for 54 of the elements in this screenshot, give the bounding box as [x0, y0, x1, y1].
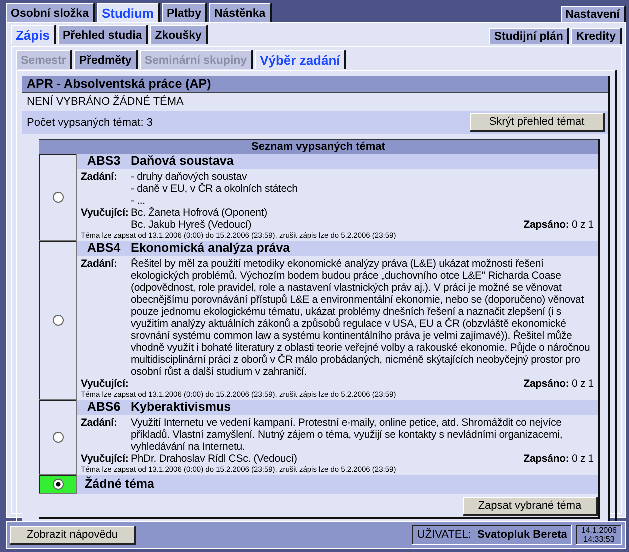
teacher-name: Bc. Jakub Hyreš (Vedoucí): [131, 219, 253, 231]
course-title: APR - Absolventská práce (AP): [22, 76, 608, 93]
settings-tab[interactable]: Nastavení: [560, 6, 626, 22]
sub-tab[interactable]: Zkoušky: [150, 25, 208, 44]
toggle-topics-button[interactable]: Skrýt přehled témat: [470, 113, 605, 132]
topic-title: Kyberaktivismus: [131, 400, 232, 415]
field-label: Zapsáno:: [524, 378, 570, 390]
help-button[interactable]: Zobrazit nápovědu: [10, 526, 136, 544]
assignment-text: - druhy daňových soustav: [131, 171, 248, 183]
section-tab[interactable]: Předměty: [74, 50, 138, 69]
teacher-name: PhDr. Drahoslav Rídl CSc. (Vedoucí): [131, 453, 298, 465]
nav-tab[interactable]: Osobní složka: [6, 3, 95, 22]
field-label: Vyučující:: [81, 453, 130, 465]
topic-code: ABS6: [86, 400, 122, 415]
date-text: 14.1.2006: [581, 526, 617, 535]
topic-code: ABS4: [86, 241, 122, 256]
enrolled-count: 0 z 1: [572, 219, 594, 231]
section-tab[interactable]: Výběr zadání: [255, 50, 346, 69]
nav-tab[interactable]: Nástěnka: [209, 3, 272, 22]
sub-tab[interactable]: Studijní plán: [489, 28, 570, 44]
submit-topic-button[interactable]: Zapsat vybrané téma: [463, 497, 598, 516]
nav-tab[interactable]: Platby: [162, 3, 208, 22]
topic-count: Počet vypsaných témat: 3: [27, 116, 153, 128]
assignment-text: Řešitel by měl za použití metodiky ekonomické analýzy práva (L&E) ukázat možnosti řešení ekologických problémů. Výchozím bodem budou práce „duchovního otce L&E" Richarda Coase (odpovědnost, role pravidel, role a nastavení vlastnických práv aj.). V práci je možné se věnovat obecnějšímu porovnávání přístupů L&E a environmentální ekonomie, nebo se (doporučeno) věnovat pouze jednomu ekologickému tématu, ukázat problémy dnešních řešení a naznačit zlepšení (i s využitím analýzy aktuálních zákonů a způsobů regulace v USA, EU a ČR (obzvláště ekonomické srovnání systému common law a systému kontinentálního práva je velmi zajímavé)). Řešitel může vhodně využít i bohaté literatury z oblasti teorie veřejné volby a rakouské ekonomie. Půjde o náročnou multidisciplinární práci z oborů v ČR málo probádaných, nicméně skýtajících neobyčejný prostor pro osobní růst a další studium v zahraničí.: [131, 258, 592, 378]
enrolled-count: 0 z 1: [572, 453, 594, 465]
sub-tab[interactable]: Přehled studia: [58, 25, 148, 44]
enrolled-count: 0 z 1: [572, 378, 594, 390]
field-label: Vyučující:: [81, 378, 130, 390]
teacher-name: Bc. Žaneta Hofrová (Oponent): [131, 207, 268, 219]
status-text: NENÍ VYBRÁNO ŽÁDNÉ TÉMA: [26, 94, 185, 110]
nav-tab[interactable]: Studium: [96, 3, 160, 22]
topic-title: Ekonomická analýza práva: [131, 241, 290, 256]
field-label: Zadání:: [81, 417, 118, 429]
field-label: Vyučující:: [81, 207, 130, 219]
field-label: Zapsáno:: [524, 453, 570, 465]
field-label: Zadání:: [81, 258, 118, 270]
field-label: Zapsáno:: [524, 219, 570, 231]
topic-title: Žádné téma: [85, 477, 154, 492]
assignment-text: Využití Internetu ve vedení kampaní. Protestní e-maily, online petice, atd. Shromáždit co nejvíce příkladů. Vlastní zamyšlení. Nutný zájem o téma, využijí se kontakty s nevládními organizacemi, vyhledávání na Internetu.: [131, 417, 564, 453]
field-label: Zadání:: [81, 171, 118, 183]
user-label: UŽIVATEL:: [417, 529, 472, 541]
topic-code: ABS3: [86, 154, 122, 169]
radio-button[interactable]: [52, 315, 64, 326]
sub-tab[interactable]: Kredity: [571, 28, 622, 44]
list-heading: Seznam vypsaných témat: [39, 139, 598, 154]
time-text: 14:33:53: [584, 535, 615, 544]
radio-button[interactable]: [52, 192, 64, 203]
assignment-text: - ...: [131, 195, 146, 207]
assignment-text: - daně v EU, v ČR a okolních státech: [131, 183, 299, 195]
topic-title: Daňová soustava: [131, 154, 234, 169]
sub-tab[interactable]: Zápis: [11, 25, 56, 44]
radio-button[interactable]: [52, 432, 64, 443]
user-name: Svatopluk Bereta: [478, 529, 568, 541]
radio-button[interactable]: [52, 479, 64, 490]
